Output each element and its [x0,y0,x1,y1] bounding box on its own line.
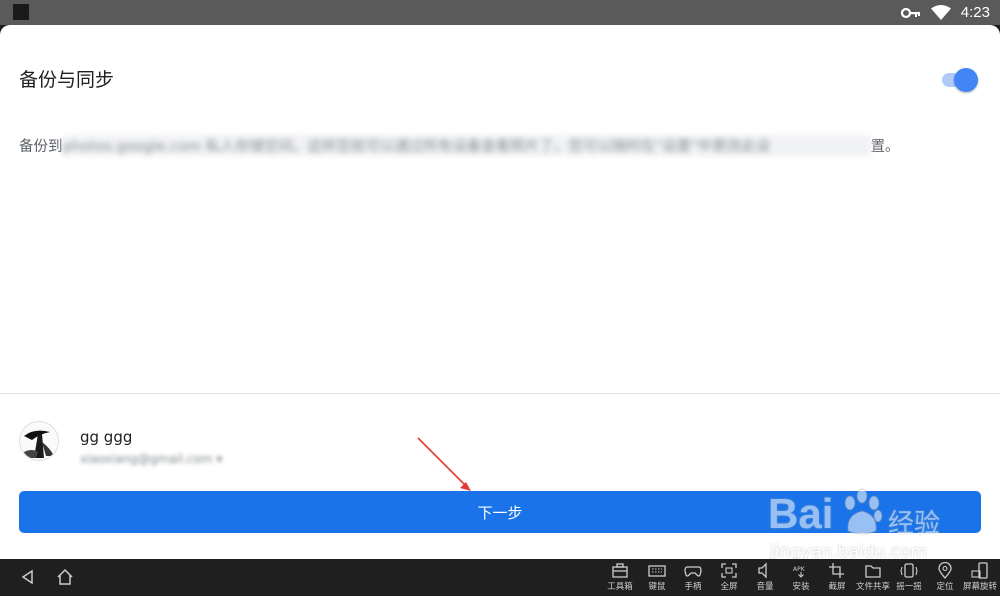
rotate-screen-button[interactable]: 屏幕旋转 [962,562,998,596]
account-name: gg ggg [80,428,133,446]
watermark-brand: Bai [768,490,834,537]
keyboard-mouse-button[interactable]: 键鼠 [639,562,675,596]
location-label: 定位 [936,582,954,592]
file-share-button[interactable]: 文件共享 [855,562,891,596]
avatar [19,421,59,461]
status-bar: 4:23 [0,0,1000,25]
install-label: 安装 [792,582,810,592]
avatar-image [20,422,58,460]
gamepad-button[interactable]: 手柄 [675,562,711,596]
rotate-screen-icon [971,562,988,579]
toolbox-button[interactable]: 工具箱 [602,562,638,596]
keyboard-label: 键鼠 [648,582,666,592]
toolbox-label: 工具箱 [607,582,633,592]
location-icon [938,562,952,579]
screenshot-icon [829,563,844,578]
volume-button[interactable]: 音量 [747,562,783,596]
status-icons: 4:23 [900,0,990,25]
watermark-jingyan: 经验 [888,509,941,539]
backup-description: 备份到photos.google.com 私人存储空间。这样您就可以通过所有设备… [19,135,919,156]
wifi-icon [930,4,951,20]
bottom-nav-bar: 工具箱 键鼠 手柄 全屏 音量 APK 安装 截屏 文件共享 摇一摇 定位 屏幕… [0,559,1000,596]
shake-label: 摇一摇 [896,582,922,592]
baidu-paw-icon [844,488,883,535]
notification-icon [13,4,29,20]
screenshot-label: 截屏 [828,582,846,592]
baidu-watermark: Bai 经验 jingyan.baidu.com [768,485,988,565]
volume-icon [758,562,767,579]
gamepad-label: 手柄 [684,582,702,592]
fullscreen-button[interactable]: 全屏 [711,562,747,596]
volume-label: 音量 [756,582,774,592]
apk-install-icon: APK [793,566,806,578]
status-time: 4:23 [960,4,990,21]
folder-share-icon [865,565,881,578]
gamepad-icon [684,566,702,577]
apk-install-button[interactable]: APK 安装 [783,562,819,596]
toolbox-icon [612,563,628,578]
keyboard-icon [648,565,666,577]
location-button[interactable]: 定位 [927,562,963,596]
account-email-dropdown[interactable]: xiaoxiang@gmail.com ▾ [80,452,222,466]
description-prefix: 备份到 [19,139,63,155]
back-icon[interactable] [18,567,38,587]
file-share-label: 文件共享 [855,582,890,592]
shake-button[interactable]: 摇一摇 [891,562,927,596]
fullscreen-icon [721,563,737,578]
description-blurred-text: photos.google.com 私人存储空间。这样您就可以通过所有设备查看照… [62,135,871,156]
backup-sync-toggle[interactable] [940,67,978,93]
section-divider [0,393,1000,394]
fullscreen-label: 全屏 [720,582,738,592]
screenshot-button[interactable]: 截屏 [819,562,855,596]
toggle-thumb [954,68,978,92]
key-icon [900,7,920,18]
svg-text:APK: APK [793,566,806,573]
shake-icon [900,563,918,578]
description-suffix: 置。 [870,139,900,155]
home-icon[interactable] [55,567,75,587]
page-title: 备份与同步 [19,69,115,91]
rotate-screen-label: 屏幕旋转 [962,582,997,592]
backup-sync-dialog: 备份与同步 备份到photos.google.com 私人存储空间。这样您就可以… [0,25,1000,559]
